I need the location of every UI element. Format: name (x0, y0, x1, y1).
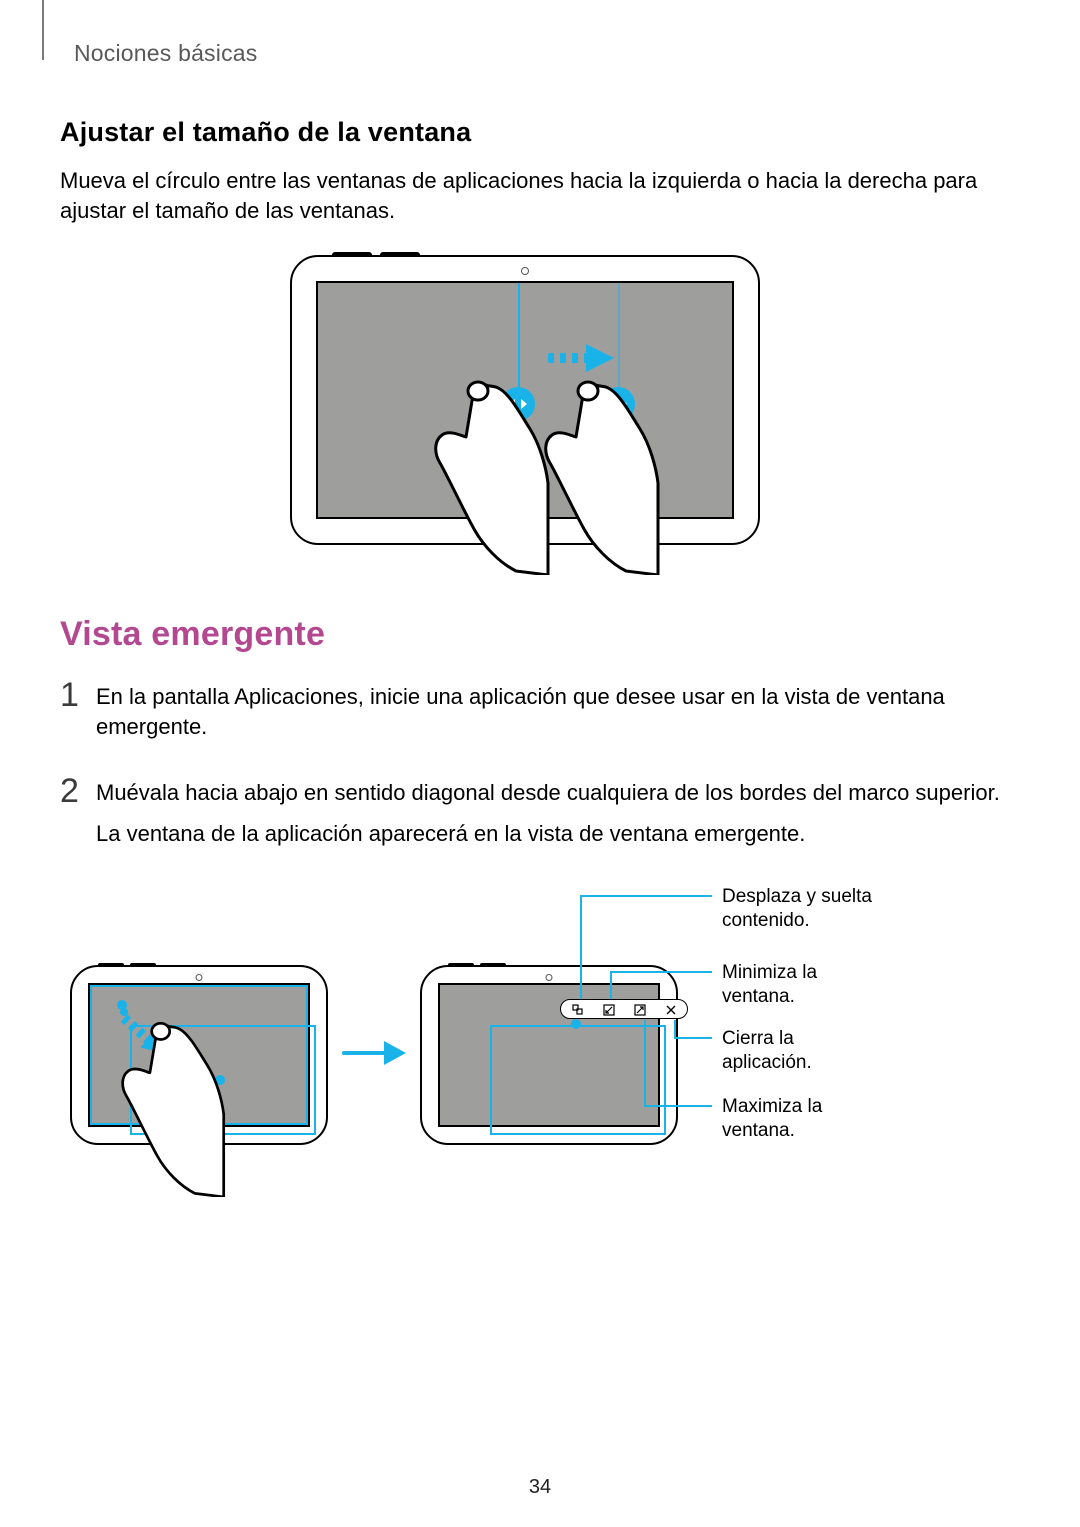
step-text: La ventana de la aplicación aparecerá en… (96, 819, 1000, 849)
callout-minimize: Minimiza la ventana. (722, 961, 862, 1009)
callout-close: Cierra la aplicación. (722, 1027, 862, 1075)
breadcrumb: Nociones básicas (74, 40, 1020, 67)
drag-content-icon (572, 1003, 584, 1015)
heading-popup-view: Vista emergente (60, 615, 1020, 654)
step-text: En la pantalla Aplicaciones, inicie una … (96, 682, 1020, 741)
finger-icon (530, 375, 660, 575)
subheading-adjust: Ajustar el tamaño de la ventana (60, 117, 1020, 148)
maximize-icon (634, 1003, 646, 1015)
step-number: 2 (60, 774, 96, 808)
callout-drag: Desplaza y suelta contenido. (722, 885, 902, 933)
step-1: 1 En la pantalla Aplicaciones, inicie un… (60, 682, 1020, 753)
close-icon (665, 1003, 677, 1015)
left-margin-rule (42, 0, 44, 60)
popup-controls-bar (560, 999, 688, 1019)
figure-resize-window (290, 255, 790, 575)
minimize-icon (603, 1003, 615, 1015)
figure-popup-view: Desplaza y suelta contenido. Minimiza la… (60, 885, 1020, 1255)
step-2: 2 Muévala hacia abajo en sentido diagona… (60, 778, 1020, 861)
step-text: Muévala hacia abajo en sentido diagonal … (96, 778, 1000, 808)
finger-icon (109, 1017, 226, 1197)
callout-maximize: Maximiza la ventana. (722, 1095, 862, 1143)
paragraph-adjust: Mueva el círculo entre las ventanas de a… (60, 166, 1020, 225)
step-number: 1 (60, 678, 96, 712)
page-number: 34 (0, 1476, 1080, 1499)
